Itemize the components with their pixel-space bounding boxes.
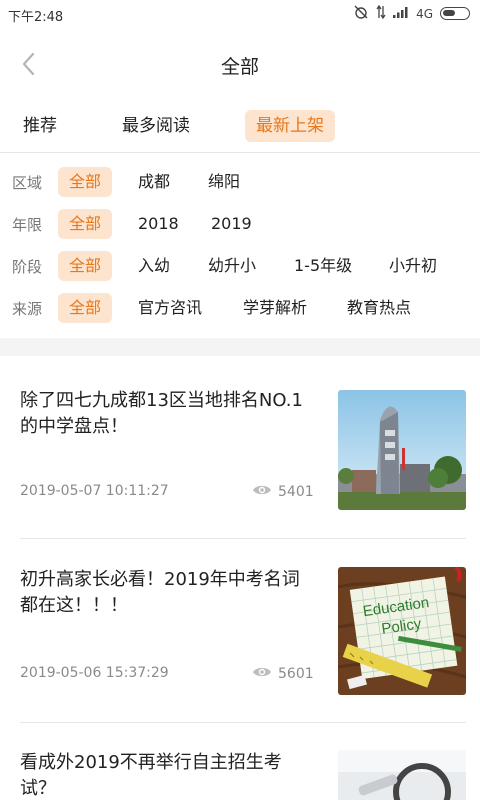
article-item[interactable]: 看成外2019不再举行自主招生考试？ — [20, 750, 466, 800]
filter-chip-2019[interactable]: 2019 — [200, 209, 263, 239]
tab-recommend[interactable]: 推荐 — [12, 110, 68, 142]
article-date: 2019-05-07 10:11:27 — [20, 483, 169, 499]
filter-label: 来源 — [12, 300, 43, 318]
eye-icon — [252, 483, 272, 501]
data-transfer-icon — [376, 4, 386, 22]
filter-chip-analysis[interactable]: 学芽解析 — [232, 293, 318, 323]
article-title: 除了四七九成都13区当地排名NO.1的中学盘点！ — [20, 390, 303, 437]
filter-label: 阶段 — [12, 258, 43, 276]
filter-chip-all[interactable]: 全部 — [58, 251, 113, 281]
divider — [20, 722, 466, 723]
filter-chip-education-hot[interactable]: 教育热点 — [336, 293, 422, 323]
article-views: 5601 — [252, 665, 314, 683]
article-title: 初升高家长必看！2019年中考名词都在这！！！ — [20, 569, 300, 616]
filter-row-region: 区域 全部 成都 绵阳 — [0, 162, 480, 202]
tab-most-read[interactable]: 最多阅读 — [111, 110, 201, 142]
filter-chip-kindergarten[interactable]: 入幼 — [127, 251, 181, 281]
sort-tabs: 推荐 最多阅读 最新上架 — [0, 104, 480, 148]
network-type: 4G — [416, 6, 433, 21]
article-item[interactable]: 除了四七九成都13区当地排名NO.1的中学盘点！ 2019-05-07 10:1… — [20, 388, 466, 539]
mute-alarm-icon — [353, 5, 369, 22]
filter-row-source: 来源 全部 官方咨讯 学芽解析 教育热点 — [0, 288, 480, 328]
divider — [0, 152, 480, 153]
article-thumbnail — [338, 750, 466, 800]
tab-newest[interactable]: 最新上架 — [245, 110, 335, 142]
filter-chip-2018[interactable]: 2018 — [127, 209, 190, 239]
status-bar: 下午2:48 4G — [0, 0, 480, 30]
battery-icon — [440, 7, 470, 20]
view-count: 5401 — [278, 484, 314, 500]
filter-chip-grade-1-5[interactable]: 1-5年级 — [283, 251, 363, 281]
article-date: 2019-05-06 15:37:29 — [20, 665, 169, 681]
article-thumbnail: Education Policy — [338, 567, 466, 695]
filter-chip-all[interactable]: 全部 — [58, 167, 113, 197]
filter-chip-official-news[interactable]: 官方咨讯 — [127, 293, 213, 323]
divider — [20, 538, 466, 539]
filter-label: 区域 — [12, 174, 43, 192]
nav-bar: 全部 — [0, 30, 480, 98]
article-item[interactable]: 初升高家长必看！2019年中考名词都在这！！！ 2019-05-06 15:37… — [20, 567, 466, 723]
article-title: 看成外2019不再举行自主招生考试？ — [20, 752, 282, 799]
filter-chip-primary-entry[interactable]: 幼升小 — [197, 251, 267, 281]
view-count: 5601 — [278, 666, 314, 682]
status-time: 下午2:48 — [8, 10, 64, 25]
article-views: 5401 — [252, 483, 314, 501]
eye-icon — [252, 665, 272, 683]
filter-chip-chengdu[interactable]: 成都 — [127, 167, 181, 197]
article-thumbnail — [338, 390, 466, 510]
signal-icon — [393, 6, 409, 21]
filter-label: 年限 — [12, 216, 43, 234]
filter-row-stage: 阶段 全部 入幼 幼升小 1-5年级 小升初 — [0, 246, 480, 286]
filter-chip-middle-entry[interactable]: 小升初 — [378, 251, 448, 281]
filter-chip-mianyang[interactable]: 绵阳 — [197, 167, 251, 197]
section-spacer — [0, 338, 480, 356]
filter-chip-all[interactable]: 全部 — [58, 209, 113, 239]
status-icons: 4G — [353, 4, 470, 22]
filter-chip-all[interactable]: 全部 — [58, 293, 113, 323]
filter-row-year: 年限 全部 2018 2019 — [0, 204, 480, 244]
page-title: 全部 — [220, 56, 259, 78]
